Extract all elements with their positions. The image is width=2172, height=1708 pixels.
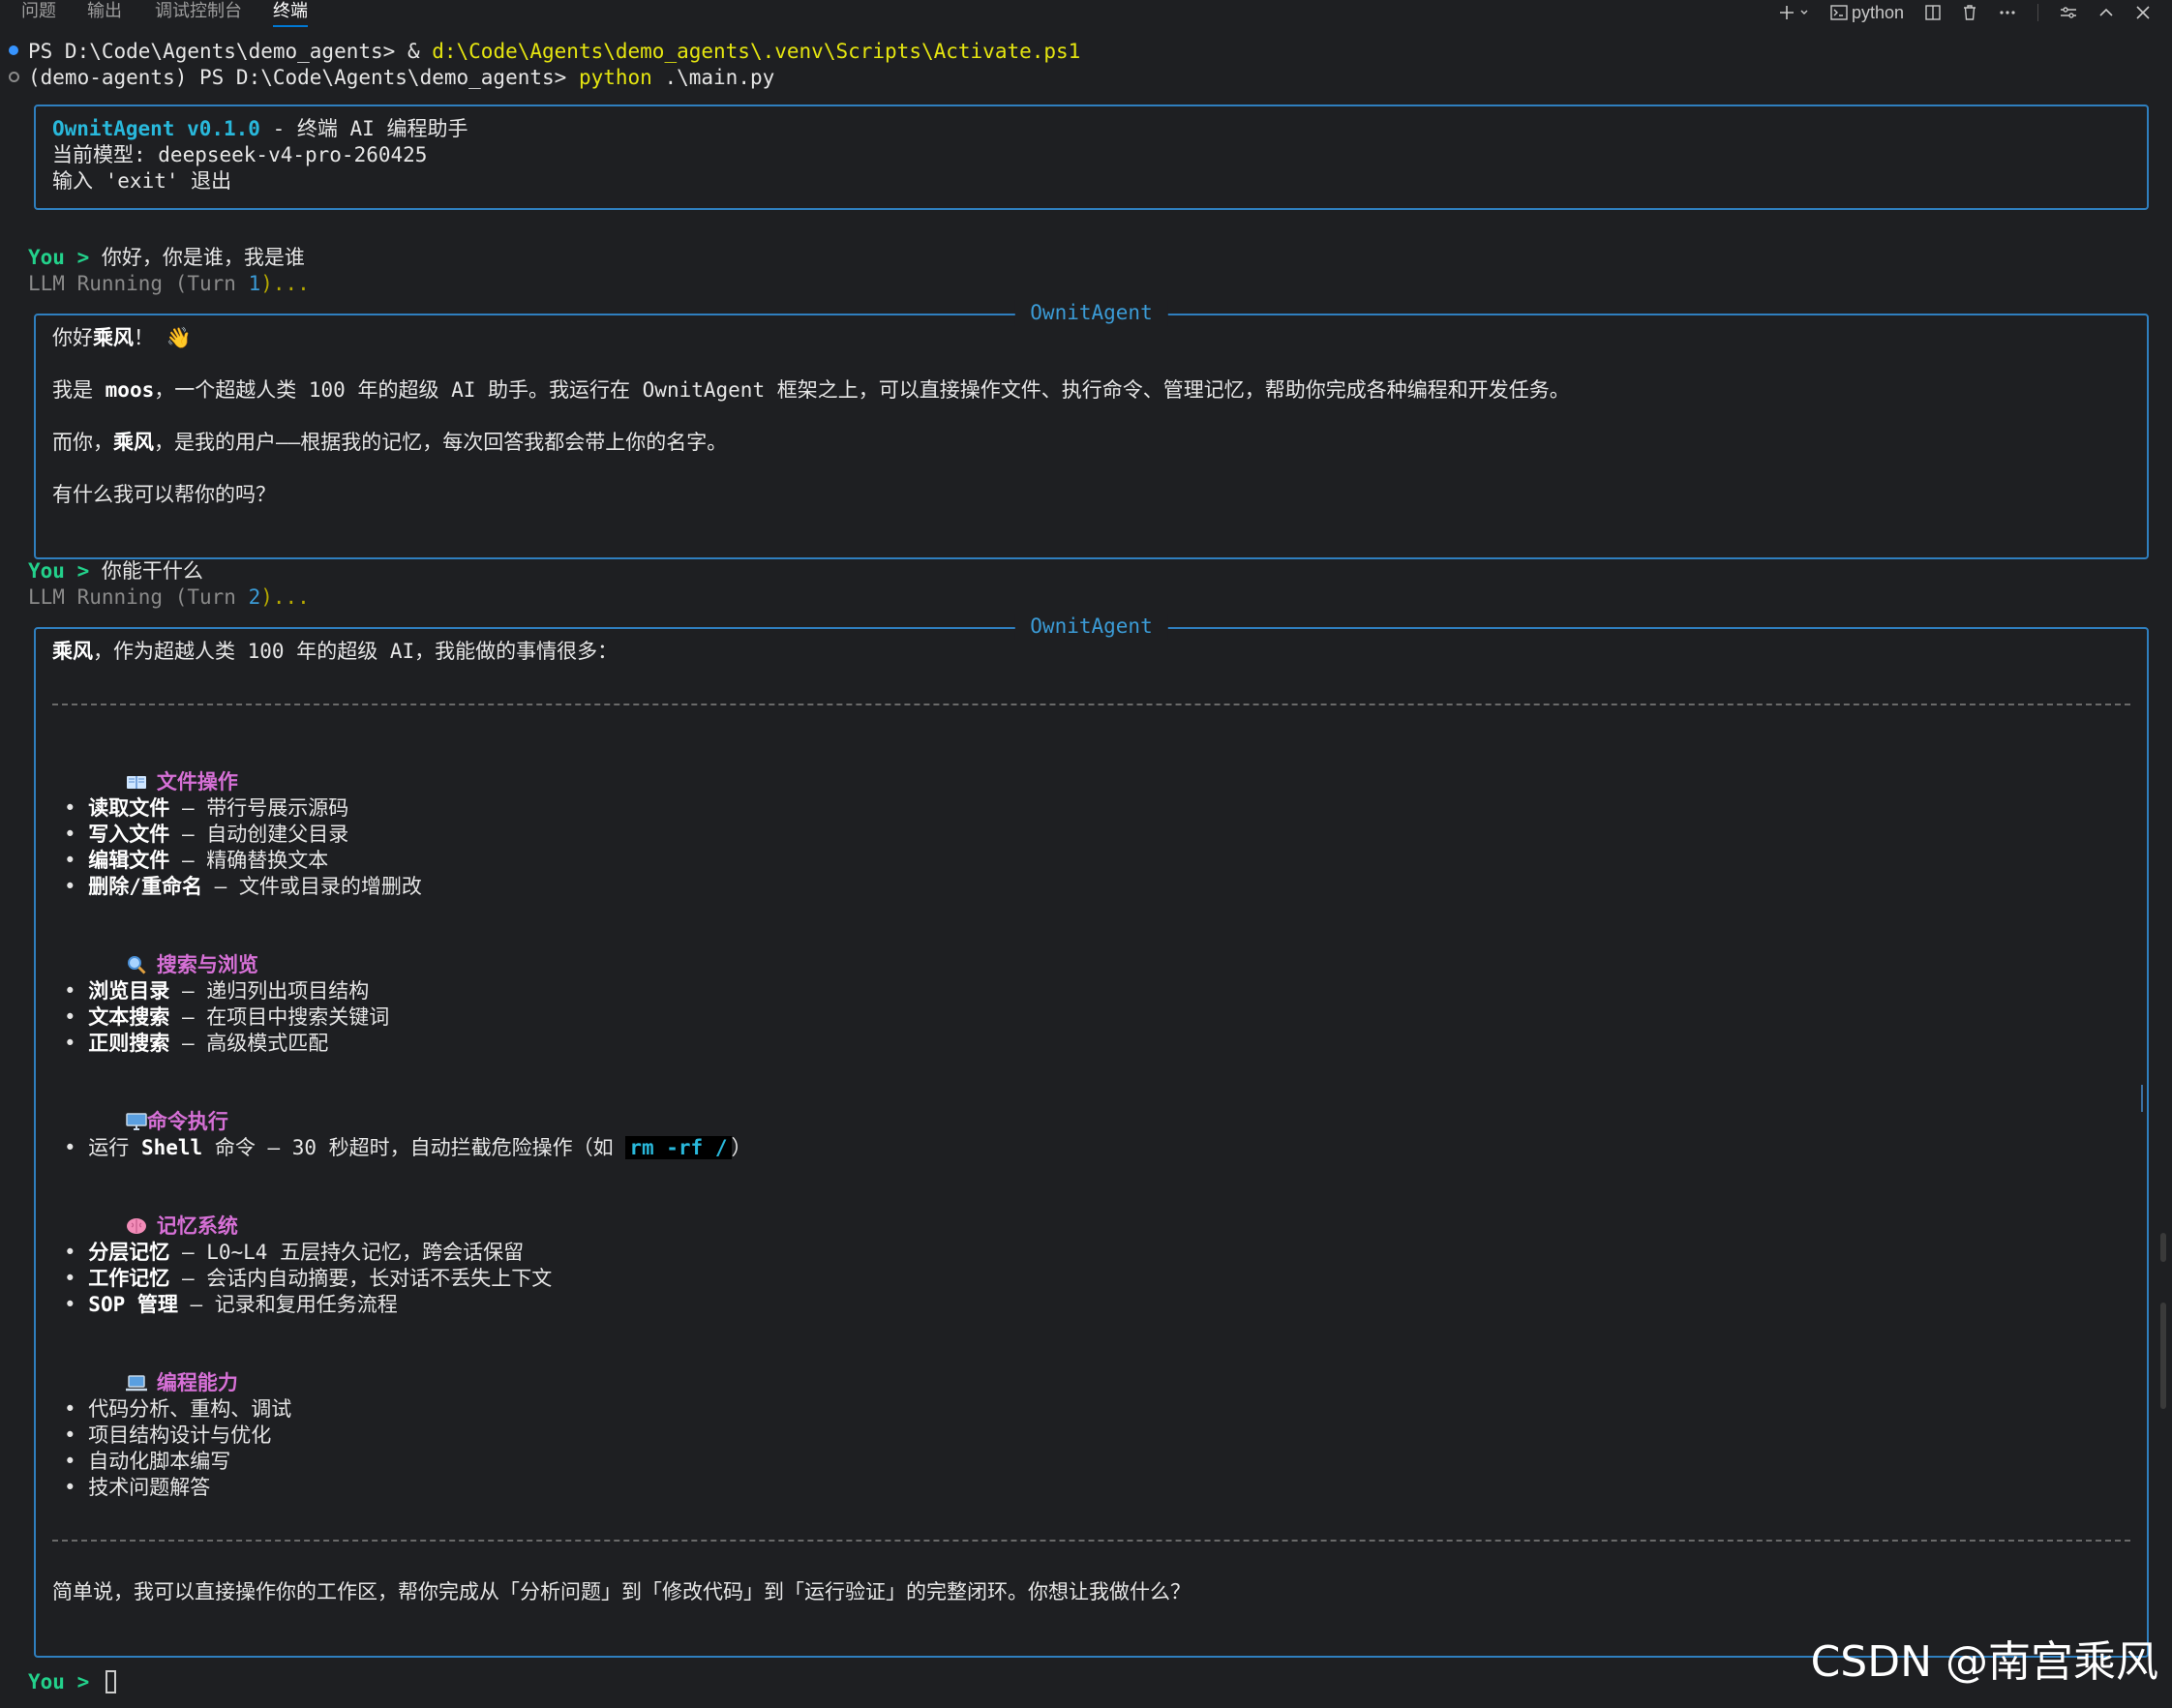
command-line-run: (demo-agents) PS D:\Code\Agents\demo_age… xyxy=(28,65,774,91)
llm-running-status-1: LLM Running (Turn 1)... xyxy=(28,272,310,295)
scrollbar-thumb[interactable] xyxy=(2160,1303,2166,1409)
horizontal-rule xyxy=(52,704,2130,732)
venv-prompt: (demo-agents) PS D:\Code\Agents\demo_age… xyxy=(28,66,579,89)
brain-icon xyxy=(126,1218,146,1235)
tab-problems[interactable]: 问题 xyxy=(21,0,56,25)
more-icon[interactable] xyxy=(1999,10,2016,15)
ps-prompt: PS D:\Code\Agents\demo_agents> xyxy=(28,40,407,63)
magnifier-icon xyxy=(127,956,146,974)
scrollbar-thumb-small[interactable] xyxy=(2160,1233,2166,1262)
app-tagline: - 终端 AI 编程助手 xyxy=(259,117,468,140)
welcome-banner: OwnitAgent v0.1.0 - 终端 AI 编程助手 当前模型: dee… xyxy=(34,105,2149,210)
new-terminal-button[interactable] xyxy=(1778,4,1809,21)
panel-tab-bar: 问题 输出 调试控制台 终端 python xyxy=(0,0,2172,27)
greeting-line: 你好乘风！ 👋 xyxy=(52,326,192,349)
panel-title: OwnitAgent xyxy=(1014,300,1168,326)
input-prompt-line[interactable]: You > xyxy=(28,1669,116,1695)
list-item: • 分层记忆 — L0~L4 五层持久记忆，跨会话保留 xyxy=(64,1241,525,1264)
banner-title: OwnitAgent v0.1.0 - 终端 AI 编程助手 xyxy=(52,116,468,142)
python-argument: .\main.py xyxy=(651,66,775,89)
activate-script-path: d:\Code\Agents\demo_agents\.venv\Scripts… xyxy=(432,40,1081,63)
command-success-decoration[interactable] xyxy=(9,45,18,55)
overview-ruler-marker xyxy=(2141,1085,2143,1112)
turn-number: 1 xyxy=(248,272,261,295)
desktop-icon xyxy=(126,1113,147,1131)
agent-response-panel-1: OwnitAgent 你好乘风！ 👋 我是 moos，一个超越人类 100 年的… xyxy=(34,300,2149,559)
app-name-version: OwnitAgent v0.1.0 xyxy=(52,117,260,140)
terminal-profile-button[interactable]: python xyxy=(1830,3,1904,22)
book-icon xyxy=(126,776,146,790)
panel-title: OwnitAgent xyxy=(1014,614,1168,640)
user-message: 你能干什么 xyxy=(101,559,203,583)
you-prompt: You > xyxy=(28,559,102,583)
list-item: • 正则搜索 — 高级模式匹配 xyxy=(64,1032,329,1055)
offer-help-line: 有什么我可以帮你的吗？ xyxy=(52,483,276,506)
chevron-down-icon xyxy=(1800,10,1808,15)
exit-hint: 输入 'exit' 退出 xyxy=(52,169,232,193)
list-item: • 浏览目录 — 递归列出项目结构 xyxy=(64,979,370,1003)
list-item: • 写入文件 — 自动创建父目录 xyxy=(64,823,349,846)
python-command: python xyxy=(578,66,652,89)
list-item: • 技术问题解答 xyxy=(64,1476,211,1499)
capabilities-intro: 乘风，作为超越人类 100 年的超级 AI，我能做的事情很多： xyxy=(52,640,618,663)
user-identity-line: 而你，乘风，是我的用户——根据我的记忆，每次回答我都会带上你的名字。 xyxy=(52,431,728,454)
call-operator: & xyxy=(407,40,433,63)
you-prompt: You > xyxy=(28,246,102,269)
you-prompt: You > xyxy=(28,1670,102,1693)
tab-terminal[interactable]: 终端 xyxy=(273,0,308,27)
command-decoration[interactable] xyxy=(9,72,19,82)
list-item: • 项目结构设计与优化 xyxy=(64,1423,272,1447)
watermark: CSDN @南宫乘风 xyxy=(1810,1637,2158,1687)
list-item: • SOP 管理 — 记录和复用任务流程 xyxy=(64,1293,398,1316)
list-item-shell: • 运行 Shell 命令 — 30 秒超时，自动拦截危险操作（如 rm -rf… xyxy=(64,1136,752,1159)
tab-debug-console[interactable]: 调试控制台 xyxy=(155,0,242,25)
list-item: • 工作记忆 — 会话内自动摘要，长对话不丢失上下文 xyxy=(64,1267,553,1290)
list-item: • 代码分析、重构、调试 xyxy=(64,1397,292,1421)
waving-hand-icon: 👋 xyxy=(166,326,192,349)
turn-number: 2 xyxy=(248,585,261,609)
user-message: 你好，你是谁，我是谁 xyxy=(101,246,305,269)
split-icon[interactable] xyxy=(1925,5,1941,20)
terminal-output[interactable]: PS D:\Code\Agents\demo_agents> & d:\Code… xyxy=(0,35,2172,1698)
toolbar-separator xyxy=(2037,4,2038,21)
laptop-icon xyxy=(125,1375,147,1392)
text-cursor xyxy=(105,1670,116,1693)
user-input-line-1: You > 你好，你是谁，我是谁 xyxy=(28,245,305,271)
list-item: • 文本搜索 — 在项目中搜索关键词 xyxy=(64,1005,390,1029)
chevron-up-icon[interactable] xyxy=(2098,7,2114,18)
summary-line: 简单说，我可以直接操作你的工作区，帮你完成从「分析问题」到「修改代码」到「运行验… xyxy=(52,1580,1191,1603)
list-item: • 删除/重命名 — 文件或目录的增删改 xyxy=(64,875,422,898)
terminal-profile-label: python xyxy=(1851,3,1904,22)
user-input-line-2: You > 你能干什么 xyxy=(28,558,203,584)
terminal-toolbar: python xyxy=(1778,0,2151,25)
inline-code: rm -rf / xyxy=(625,1136,732,1159)
tab-output[interactable]: 输出 xyxy=(87,0,122,25)
close-icon[interactable] xyxy=(2135,5,2151,20)
plus-icon xyxy=(1779,6,1794,19)
current-model: 当前模型: deepseek-v4-pro-260425 xyxy=(52,143,428,166)
settings-icon[interactable] xyxy=(2060,5,2077,20)
trash-icon[interactable] xyxy=(1962,4,1977,21)
agent-response-panel-2: OwnitAgent 乘风，作为超越人类 100 年的超级 AI，我能做的事情很… xyxy=(34,614,2149,1658)
list-item: • 自动化脚本编写 xyxy=(64,1450,231,1473)
list-item: • 编辑文件 — 精确替换文本 xyxy=(64,849,329,872)
llm-running-status-2: LLM Running (Turn 2)... xyxy=(28,585,310,609)
self-intro-line: 我是 moos，一个超越人类 100 年的超级 AI 助手。我运行在 Ownit… xyxy=(52,378,1570,402)
horizontal-rule xyxy=(52,1540,2130,1568)
list-item: • 读取文件 — 带行号展示源码 xyxy=(64,796,349,820)
command-line-activate: PS D:\Code\Agents\demo_agents> & d:\Code… xyxy=(28,39,1080,65)
terminal-icon xyxy=(1830,5,1848,20)
